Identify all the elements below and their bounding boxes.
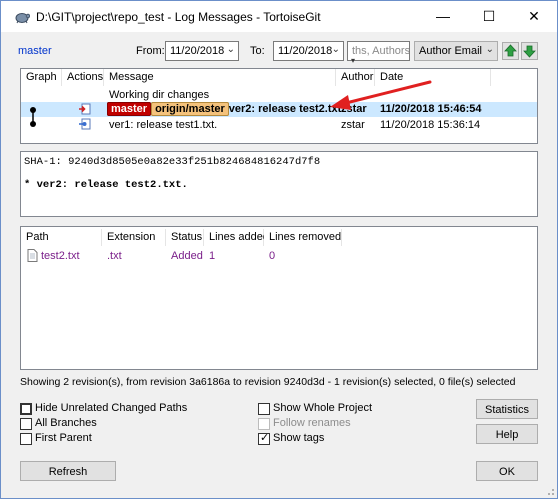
row-message: Working dir changes	[109, 89, 210, 101]
tortoisegit-app-icon	[15, 13, 30, 24]
next-button[interactable]	[521, 42, 538, 60]
commit-sha: SHA-1: 9240d3d8505e0a82e33f251b824684816…	[24, 156, 321, 168]
minimize-button[interactable]: —	[420, 1, 466, 31]
commit-message-text: * ver2: release test2.txt.	[24, 179, 188, 191]
commit-node	[30, 121, 36, 127]
checkbox-box[interactable]	[20, 403, 32, 415]
refresh-button[interactable]: Refresh	[20, 461, 116, 481]
window-title: D:\GIT\project\repo_test - Log Messages …	[36, 10, 321, 24]
from-label: From:	[136, 45, 165, 57]
file-extension: .txt	[107, 250, 122, 262]
text-file-icon	[27, 249, 38, 262]
row-author: zstar	[341, 119, 365, 131]
close-button[interactable]: ✕	[511, 1, 557, 31]
close-icon: ✕	[528, 7, 540, 24]
column-header-lines-removed[interactable]: Lines removed	[264, 229, 342, 246]
first-parent-checkbox[interactable]: First Parent	[20, 432, 140, 446]
commit-message-pane[interactable]: SHA-1: 9240d3d8505e0a82e33f251b824684816…	[20, 151, 538, 217]
column-header-message[interactable]: Message	[104, 69, 336, 86]
to-date-picker[interactable]: 11/20/2018 ⌄	[273, 41, 344, 61]
hide-unrelated-checkbox[interactable]: Hide Unrelated Changed Paths	[20, 402, 240, 416]
chevron-down-icon: ⌄	[485, 44, 494, 55]
branch-link[interactable]: master	[18, 45, 52, 57]
show-whole-project-checkbox[interactable]: Show Whole Project	[258, 402, 398, 416]
show-tags-checkbox[interactable]: Show tags	[258, 431, 398, 446]
search-placeholder: ths, Authors, E	[352, 45, 410, 57]
checkbox-label: First Parent	[35, 432, 92, 444]
chevron-down-icon: ⌄	[226, 44, 235, 55]
column-header-extension[interactable]: Extension	[102, 229, 166, 246]
previous-button[interactable]	[502, 42, 519, 60]
checkbox-label: Follow renames	[273, 417, 351, 429]
checkbox-label: Show Whole Project	[273, 402, 373, 414]
push-action-icon[interactable]	[78, 102, 92, 116]
file-row[interactable]: test2.txt .txt Added 1 0	[21, 248, 537, 264]
row-date: 11/20/2018 15:36:14	[380, 119, 481, 131]
maximize-button[interactable]: ☐	[466, 1, 512, 31]
checkbox-label: Hide Unrelated Changed Paths	[35, 402, 188, 414]
search-input[interactable]: ths, Authors, E	[347, 41, 410, 61]
checkbox-box	[258, 418, 270, 430]
checkbox-box[interactable]	[20, 418, 32, 430]
from-date-picker[interactable]: 11/20/2018 ⌄	[165, 41, 239, 61]
checkbox-box-checked[interactable]	[258, 431, 270, 445]
file-status: Added	[171, 250, 203, 262]
commit-graph	[30, 107, 36, 127]
annotation-arrow-icon	[330, 80, 432, 110]
log-row-selected[interactable]: master origin/master ver2: release test2.t…	[21, 102, 537, 117]
log-table[interactable]: Graph Actions Message Author Date Workin…	[20, 68, 538, 144]
row-message: ver1: release test1.txt.	[109, 119, 218, 131]
to-date-value: 11/20/2018	[278, 45, 333, 57]
column-header-actions[interactable]: Actions	[62, 69, 104, 86]
changed-files-table[interactable]: Path Extension Status Lines added Lines …	[20, 226, 538, 370]
log-row-working-dir[interactable]: Working dir changes	[21, 88, 537, 102]
filter-field-select[interactable]: Author Email ⌄	[414, 41, 498, 61]
minimize-icon: —	[436, 8, 450, 24]
statistics-button[interactable]: Statistics	[476, 399, 538, 419]
commit-node	[30, 107, 36, 113]
maximize-icon: ☐	[482, 7, 496, 24]
from-date-value: 11/20/2018	[170, 45, 225, 57]
all-branches-checkbox[interactable]: All Branches	[20, 417, 140, 431]
column-header-status[interactable]: Status	[166, 229, 204, 246]
resize-grip-icon[interactable]	[545, 486, 555, 496]
search-filter-dropdown-icon[interactable]: ▾	[351, 56, 355, 65]
ok-button[interactable]: OK	[476, 461, 538, 481]
chevron-down-icon: ⌄	[331, 44, 340, 55]
file-path: test2.txt	[41, 250, 80, 262]
checkbox-box[interactable]	[258, 403, 270, 415]
green-down-arrow-icon	[523, 45, 536, 58]
green-up-arrow-icon	[504, 44, 517, 57]
branch-tag-origin-master: origin/master	[151, 102, 229, 116]
row-message-with-tags: master origin/master ver2: release test2.t…	[107, 102, 344, 117]
log-row[interactable]: ver1: release test1.txt. zstar 11/20/201…	[21, 117, 537, 132]
filter-field-value: Author Email	[419, 45, 482, 57]
branch-tag-master: master	[107, 102, 152, 116]
to-label: To:	[250, 45, 265, 57]
checkbox-label: All Branches	[35, 417, 97, 429]
file-lines-added: 1	[209, 250, 216, 262]
column-header-empty	[491, 69, 537, 86]
commit-action-icon[interactable]	[78, 117, 92, 131]
follow-renames-checkbox: Follow renames	[258, 417, 398, 431]
column-header-graph[interactable]: Graph	[21, 69, 62, 86]
status-text: Showing 2 revision(s), from revision 3a6…	[20, 376, 516, 388]
checkbox-label: Show tags	[273, 432, 325, 444]
help-button[interactable]: Help	[476, 424, 538, 444]
column-header-lines-added[interactable]: Lines added	[204, 229, 269, 246]
file-lines-removed: 0	[269, 250, 276, 262]
checkbox-box[interactable]	[20, 433, 32, 445]
column-header-path[interactable]: Path	[21, 229, 102, 246]
